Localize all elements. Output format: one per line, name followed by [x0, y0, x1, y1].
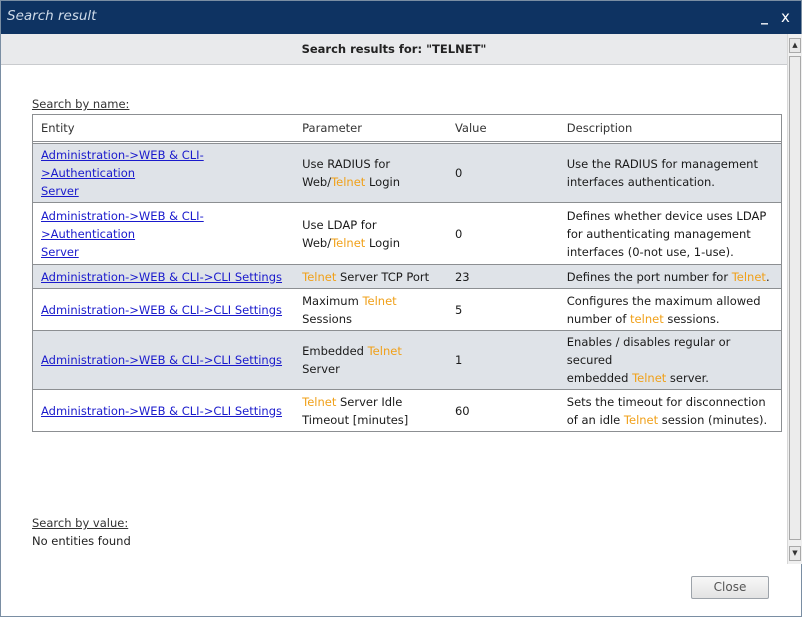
- entity-cell: Administration->WEB & CLI->CLI Settings: [32, 288, 295, 331]
- table-header-row: Entity Parameter Value Description: [32, 114, 782, 142]
- parameter-cell: Maximum Telnet Sessions: [294, 288, 447, 331]
- description-cell: Enables / disables regular or secured emb…: [558, 330, 782, 390]
- entity-link[interactable]: Administration->WEB & CLI->CLI Settings: [41, 303, 282, 317]
- value-cell: 0: [446, 143, 559, 203]
- parameter-cell: Use RADIUS for Web/Telnet Login: [294, 143, 447, 203]
- entity-link[interactable]: Administration->WEB & CLI->Authenticatio…: [41, 148, 204, 198]
- vertical-scrollbar[interactable]: ▲ ▼: [787, 34, 802, 564]
- entity-link[interactable]: Administration->WEB & CLI->CLI Settings: [41, 353, 282, 367]
- keyword-highlight: Telnet: [623, 412, 659, 427]
- value-cell: 1: [446, 330, 559, 390]
- table-row: Administration->WEB & CLI->CLI Settings …: [32, 389, 782, 432]
- entity-cell: Administration->WEB & CLI->CLI Settings: [32, 264, 295, 289]
- entity-link[interactable]: Administration->WEB & CLI->CLI Settings: [41, 404, 282, 418]
- keyword-highlight: Telnet: [632, 371, 667, 385]
- search-by-name-label: Search by name:: [32, 97, 130, 111]
- keyword-highlight: Telnet: [302, 394, 337, 409]
- entity-cell: Administration->WEB & CLI->Authenticatio…: [32, 202, 295, 265]
- scroll-down-arrow-icon[interactable]: ▼: [789, 546, 801, 561]
- close-window-button[interactable]: x: [781, 8, 790, 26]
- window-title: Search result: [7, 8, 97, 24]
- parameter-cell: Telnet Server TCP Port: [294, 264, 447, 289]
- description-cell: Sets the timeout for disconnection of an …: [558, 389, 782, 432]
- keyword-highlight: Telnet: [731, 269, 766, 284]
- table-row: Administration->WEB & CLI->Authenticatio…: [32, 143, 782, 203]
- description-cell: Defines whether device uses LDAP for auth…: [558, 202, 782, 265]
- table-row: Administration->WEB & CLI->CLI Settings …: [32, 264, 782, 289]
- keyword-highlight: Telnet: [331, 235, 366, 250]
- keyword-highlight: Telnet: [331, 175, 366, 189]
- column-header-parameter: Parameter: [294, 114, 447, 142]
- title-bar: Search result _ x: [1, 1, 801, 34]
- value-cell: 0: [446, 202, 559, 265]
- keyword-highlight: Telnet: [302, 269, 337, 284]
- value-cell: 60: [446, 389, 559, 432]
- keyword-highlight: telnet: [630, 311, 664, 326]
- table-row: Administration->WEB & CLI->Authenticatio…: [32, 202, 782, 265]
- column-header-entity: Entity: [32, 114, 295, 142]
- results-header-text: Search results for: "TELNET": [301, 42, 487, 56]
- no-entities-message: No entities found: [32, 534, 131, 548]
- description-cell: Configures the maximum allowed number of …: [558, 288, 782, 331]
- entity-cell: Administration->WEB & CLI->CLI Settings: [32, 330, 295, 390]
- value-cell: 5: [446, 288, 559, 331]
- table-row: Administration->WEB & CLI->CLI Settings …: [32, 288, 782, 331]
- results-table: Entity Parameter Value Description Admin…: [32, 114, 782, 432]
- search-by-value-label: Search by value:: [32, 516, 129, 530]
- value-cell: 23: [446, 264, 559, 289]
- column-header-description: Description: [558, 114, 782, 142]
- description-cell: Use the RADIUS for management interfaces …: [558, 143, 782, 203]
- keyword-highlight: Telnet: [362, 293, 397, 308]
- minimize-button[interactable]: _: [761, 8, 768, 26]
- results-header: Search results for: "TELNET": [1, 34, 787, 65]
- entity-link[interactable]: Administration->WEB & CLI->CLI Settings: [41, 270, 282, 284]
- parameter-cell: Embedded Telnet Server: [294, 330, 447, 390]
- table-row: Administration->WEB & CLI->CLI Settings …: [32, 330, 782, 390]
- entity-cell: Administration->WEB & CLI->CLI Settings: [32, 389, 295, 432]
- scroll-thumb[interactable]: [789, 56, 801, 540]
- parameter-cell: Telnet Server Idle Timeout [minutes]: [294, 389, 447, 432]
- search-result-window: Search result _ x Search results for: "T…: [0, 0, 802, 617]
- close-button[interactable]: Close: [691, 576, 769, 599]
- scroll-up-arrow-icon[interactable]: ▲: [789, 38, 801, 53]
- keyword-highlight: Telnet: [367, 344, 402, 358]
- entity-cell: Administration->WEB & CLI->Authenticatio…: [32, 143, 295, 203]
- description-cell: Defines the port number for Telnet.: [558, 264, 782, 289]
- parameter-cell: Use LDAP for Web/Telnet Login: [294, 202, 447, 265]
- column-header-value: Value: [446, 114, 559, 142]
- entity-link[interactable]: Administration->WEB & CLI->Authenticatio…: [41, 209, 204, 259]
